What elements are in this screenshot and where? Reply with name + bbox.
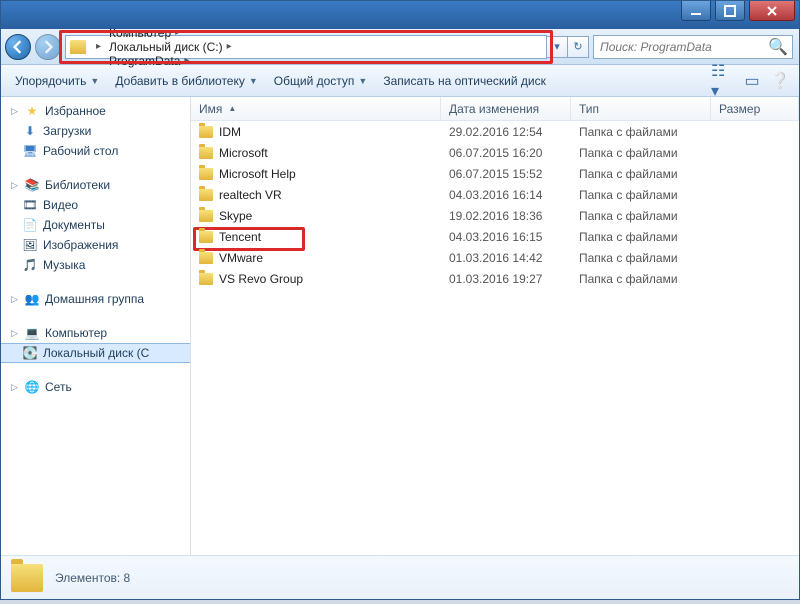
file-type: Папка с файлами [571, 251, 711, 265]
file-date: 01.03.2016 19:27 [441, 272, 571, 286]
file-type: Папка с файлами [571, 188, 711, 202]
file-row[interactable]: Microsoft 06.07.2015 16:20Папка с файлами [191, 142, 799, 163]
sort-arrow-icon: ▲ [228, 104, 236, 113]
network-group[interactable]: ▷🌐Сеть [1, 377, 190, 397]
file-row[interactable]: VS Revo Group 01.03.2016 19:27Папка с фай… [191, 268, 799, 289]
file-name: realtech VR [219, 188, 282, 202]
folder-icon [199, 126, 213, 138]
file-row[interactable]: VMware 01.03.2016 14:42Папка с файлами [191, 247, 799, 268]
close-button[interactable] [749, 1, 795, 21]
folder-icon [199, 189, 213, 201]
folder-icon [199, 231, 213, 243]
folder-icon [199, 168, 213, 180]
nav-row: ▸ Компьютер▸Локальный диск (C:)▸ProgramD… [1, 29, 799, 65]
file-row[interactable]: Tencent 04.03.2016 16:15Папка с файлами [191, 226, 799, 247]
share-button[interactable]: Общий доступ▼ [266, 68, 376, 94]
folder-icon [11, 564, 43, 592]
file-date: 06.07.2015 15:52 [441, 167, 571, 181]
file-type: Папка с файлами [571, 146, 711, 160]
explorer-window: ▸ Компьютер▸Локальный диск (C:)▸ProgramD… [0, 0, 800, 600]
sidebar-item-video[interactable]: 🎞Видео [1, 195, 190, 215]
libraries-group[interactable]: ▷📚Библиотеки [1, 175, 190, 195]
sidebar-item-desktop[interactable]: 🖥Рабочий стол [1, 141, 190, 161]
file-name: IDM [219, 125, 241, 139]
folder-icon [199, 147, 213, 159]
homegroup-group[interactable]: ▷👥Домашняя группа [1, 289, 190, 309]
column-headers: Имя▲ Дата изменения Тип Размер [191, 97, 799, 121]
add-to-library-button[interactable]: Добавить в библиотеку▼ [107, 68, 265, 94]
column-name[interactable]: Имя▲ [191, 97, 441, 120]
computer-group[interactable]: ▷💻Компьютер [1, 323, 190, 343]
preview-pane-button[interactable]: ▭ [739, 70, 765, 92]
search-input[interactable] [598, 39, 768, 55]
file-row[interactable]: realtech VR 04.03.2016 16:14Папка с файла… [191, 184, 799, 205]
folder-icon [199, 273, 213, 285]
favorites-group[interactable]: ▷★Избранное [1, 101, 190, 121]
file-type: Папка с файлами [571, 272, 711, 286]
column-date[interactable]: Дата изменения [441, 97, 571, 120]
address-dropdown[interactable]: ▾ [546, 36, 568, 58]
sidebar-item-documents[interactable]: 📄Документы [1, 215, 190, 235]
burn-button[interactable]: Записать на оптический диск [375, 68, 554, 94]
refresh-button[interactable]: ↻ [567, 36, 589, 58]
file-row[interactable]: IDM 29.02.2016 12:54Папка с файлами [191, 121, 799, 142]
file-date: 19.02.2016 18:36 [441, 209, 571, 223]
file-date: 29.02.2016 12:54 [441, 125, 571, 139]
file-type: Папка с файлами [571, 209, 711, 223]
sidebar-item-music[interactable]: 🎵Музыка [1, 255, 190, 275]
organize-button[interactable]: Упорядочить▼ [7, 68, 107, 94]
file-name: VMware [219, 251, 263, 265]
status-count: Элементов: 8 [55, 571, 130, 585]
file-date: 01.03.2016 14:42 [441, 251, 571, 265]
sidebar-item-pictures[interactable]: 🖼Изображения [1, 235, 190, 255]
view-options-button[interactable]: ☷ ▾ [711, 70, 737, 92]
file-type: Папка с файлами [571, 230, 711, 244]
minimize-button[interactable] [681, 1, 711, 21]
help-button[interactable]: ❔ [767, 70, 793, 92]
search-box[interactable]: 🔍 [593, 35, 793, 59]
folder-icon [199, 210, 213, 222]
content-pane: Имя▲ Дата изменения Тип Размер IDM 29.02.… [191, 97, 799, 555]
status-bar: Элементов: 8 [1, 555, 799, 599]
file-type: Папка с файлами [571, 125, 711, 139]
breadcrumb-root-arrow[interactable]: ▸ [88, 36, 105, 58]
file-row[interactable]: Microsoft Help 06.07.2015 15:52Папка с фа… [191, 163, 799, 184]
file-date: 04.03.2016 16:15 [441, 230, 571, 244]
sidebar-item-local-disk[interactable]: 💽Локальный диск (C [1, 343, 190, 363]
search-icon: 🔍 [768, 37, 788, 57]
file-name: Microsoft [219, 146, 268, 160]
file-name: Microsoft Help [219, 167, 296, 181]
nav-forward-button[interactable] [35, 34, 61, 60]
file-date: 04.03.2016 16:14 [441, 188, 571, 202]
file-name: Tencent [219, 230, 261, 244]
maximize-button[interactable] [715, 1, 745, 21]
file-type: Папка с файлами [571, 167, 711, 181]
folder-icon [199, 252, 213, 264]
breadcrumb-segment[interactable]: ProgramData▸ [105, 54, 236, 68]
toolbar: Упорядочить▼ Добавить в библиотеку▼ Общи… [1, 65, 799, 97]
breadcrumb-segment[interactable]: Компьютер▸ [105, 26, 236, 40]
body: ▷★Избранное ⬇Загрузки 🖥Рабочий стол ▷📚Би… [1, 97, 799, 555]
file-name: Skype [219, 209, 252, 223]
sidebar-item-downloads[interactable]: ⬇Загрузки [1, 121, 190, 141]
column-size[interactable]: Размер [711, 97, 799, 120]
nav-back-button[interactable] [5, 34, 31, 60]
navigation-pane: ▷★Избранное ⬇Загрузки 🖥Рабочий стол ▷📚Би… [1, 97, 191, 555]
address-bar[interactable]: ▸ Компьютер▸Локальный диск (C:)▸ProgramD… [65, 35, 547, 59]
file-name: VS Revo Group [219, 272, 303, 286]
file-row[interactable]: Skype 19.02.2016 18:36Папка с файлами [191, 205, 799, 226]
folder-icon [70, 40, 86, 54]
file-date: 06.07.2015 16:20 [441, 146, 571, 160]
breadcrumb-segment[interactable]: Локальный диск (C:)▸ [105, 40, 236, 54]
column-type[interactable]: Тип [571, 97, 711, 120]
file-list: IDM29.02.2016 12:54Папка с файламиMicros… [191, 121, 799, 555]
